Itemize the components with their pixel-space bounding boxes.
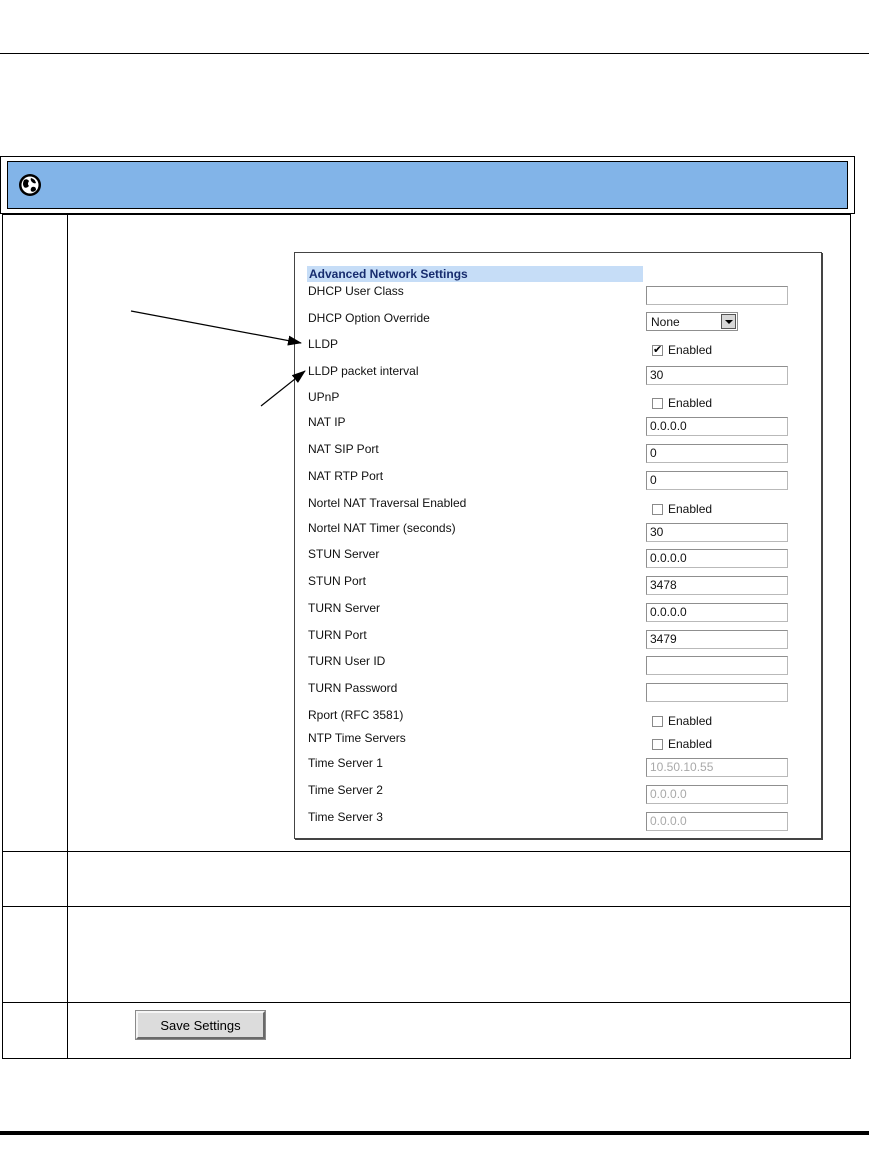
checkbox-checked[interactable] — [652, 343, 663, 356]
panel-header: Advanced Network Settings — [307, 266, 643, 282]
dhcp-user-class-field[interactable] — [646, 286, 788, 305]
rport-rfc-3581-label: Rport (RFC 3581) — [308, 708, 404, 722]
nortel-nat-traversal-enabled-label: Nortel NAT Traversal Enabled — [308, 496, 467, 510]
stun-server-field[interactable]: 0.0.0.0 — [646, 549, 788, 568]
nortel-nat-timer-seconds-label: Nortel NAT Timer (seconds) — [308, 521, 456, 535]
step-column-divider — [67, 214, 68, 1059]
lldp-packet-interval-label: LLDP packet interval — [308, 364, 419, 378]
checkbox-unchecked[interactable] — [652, 738, 663, 750]
title-bar — [7, 161, 848, 209]
nortel-nat-traversal-enabled-checkbox[interactable]: Enabled — [652, 502, 712, 516]
advanced-network-settings-panel: Advanced Network Settings DHCP User Clas… — [294, 252, 822, 839]
dhcp-user-class-label: DHCP User Class — [308, 284, 404, 298]
time-server-2-field[interactable]: 0.0.0.0 — [646, 785, 788, 804]
row-divider — [2, 1002, 851, 1003]
time-server-1-label: Time Server 1 — [308, 756, 383, 770]
checkbox-unchecked[interactable] — [652, 715, 663, 727]
turn-port-field[interactable]: 3479 — [646, 630, 788, 649]
lldp-checkbox[interactable]: Enabled — [652, 343, 712, 357]
turn-port-label: TURN Port — [308, 628, 367, 642]
nortel-nat-timer-seconds-field[interactable]: 30 — [646, 523, 788, 542]
save-settings-button[interactable]: Save Settings — [135, 1010, 266, 1040]
nat-ip-field[interactable]: 0.0.0.0 — [646, 417, 788, 436]
checkbox-label: Enabled — [668, 343, 713, 357]
ntp-time-servers-label: NTP Time Servers — [308, 731, 406, 745]
turn-user-id-field[interactable] — [646, 656, 788, 675]
nat-sip-port-field[interactable]: 0 — [646, 444, 788, 463]
nat-ip-label: NAT IP — [308, 415, 346, 429]
dhcp-option-override-label: DHCP Option Override — [308, 311, 430, 325]
top-rule — [0, 53, 869, 54]
panel-title: Advanced Network Settings — [309, 267, 468, 281]
time-server-2-label: Time Server 2 — [308, 783, 383, 797]
lldp-label: LLDP — [308, 337, 339, 351]
dhcp-option-override-select[interactable]: None — [646, 312, 738, 331]
upnp-checkbox[interactable]: Enabled — [652, 396, 712, 410]
row-divider — [2, 851, 851, 852]
chevron-down-icon[interactable] — [721, 314, 736, 329]
bottom-rule — [0, 1131, 869, 1135]
turn-user-id-label: TURN User ID — [308, 654, 386, 668]
turn-server-label: TURN Server — [308, 601, 381, 615]
turn-server-field[interactable]: 0.0.0.0 — [646, 603, 788, 622]
nat-sip-port-label: NAT SIP Port — [308, 442, 379, 456]
time-server-3-label: Time Server 3 — [308, 810, 383, 824]
stun-server-label: STUN Server — [308, 547, 380, 561]
stun-port-field[interactable]: 3478 — [646, 576, 788, 595]
checkbox-unchecked[interactable] — [652, 503, 663, 515]
select-value: None — [651, 315, 680, 329]
lldp-packet-interval-field[interactable]: 30 — [646, 366, 788, 385]
row-divider — [2, 906, 851, 907]
stun-port-label: STUN Port — [308, 574, 367, 588]
rport-rfc-3581-checkbox[interactable]: Enabled — [652, 714, 712, 728]
turn-password-field[interactable] — [646, 683, 788, 702]
time-server-3-field[interactable]: 0.0.0.0 — [646, 812, 788, 831]
globe-icon — [19, 174, 41, 196]
section-title-box — [0, 156, 855, 214]
ntp-time-servers-checkbox[interactable]: Enabled — [652, 737, 712, 751]
checkbox-label: Enabled — [668, 714, 713, 728]
checkbox-label: Enabled — [668, 502, 713, 516]
checkbox-unchecked[interactable] — [652, 397, 663, 409]
nat-rtp-port-field[interactable]: 0 — [646, 471, 788, 490]
checkbox-label: Enabled — [668, 396, 713, 410]
nat-rtp-port-label: NAT RTP Port — [308, 469, 384, 483]
time-server-1-field[interactable]: 10.50.10.55 — [646, 758, 788, 777]
turn-password-label: TURN Password — [308, 681, 398, 695]
checkbox-label: Enabled — [668, 737, 713, 751]
upnp-label: UPnP — [308, 390, 340, 404]
